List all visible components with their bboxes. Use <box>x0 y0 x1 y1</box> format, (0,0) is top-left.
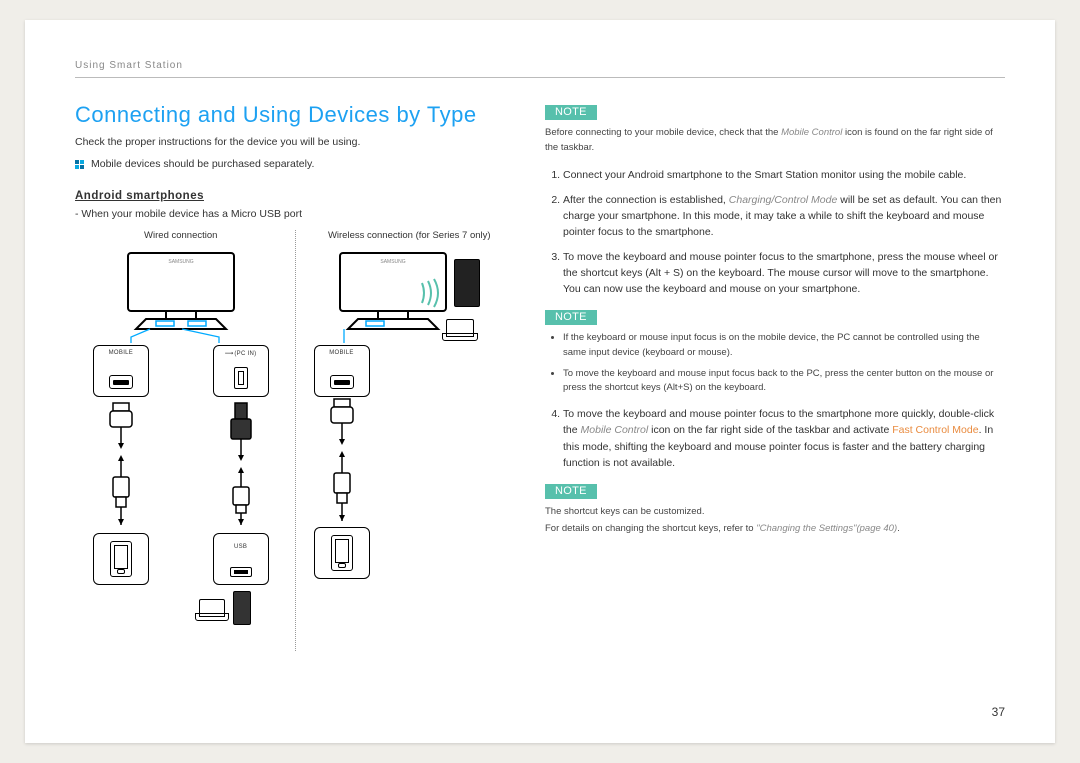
note-badge-3: NOTE <box>545 484 597 499</box>
phone-device-box <box>93 533 149 585</box>
note-3-line-1: The shortcut keys can be customized. <box>545 505 1005 520</box>
step-4: To move the keyboard and mouse pointer f… <box>563 406 1005 471</box>
steps-list-4: To move the keyboard and mouse pointer f… <box>545 406 1005 471</box>
wireless-diagram-col: Wireless connection (for Series 7 only) … <box>296 230 516 651</box>
step-3: To move the keyboard and mouse pointer f… <box>563 249 1005 298</box>
note-badge-2: NOTE <box>545 310 597 325</box>
right-column: NOTE Before connecting to your mobile de… <box>545 102 1005 651</box>
diagram-row: Wired connection SAMSUNG <box>75 230 515 651</box>
wired-diagram-col: Wired connection SAMSUNG <box>75 230 296 651</box>
wired-label: Wired connection <box>75 230 287 241</box>
note-badge-1: NOTE <box>545 105 597 120</box>
monitor-icon: SAMSUNG <box>106 251 256 331</box>
phone-icon <box>110 541 132 577</box>
header-section: Using Smart Station <box>75 60 1005 71</box>
mobile-port-icon-wireless <box>330 375 354 389</box>
note-2-bullet-1: If the keyboard or mouse input focus is … <box>563 331 1005 360</box>
header-divider <box>75 77 1005 78</box>
laptop-icon-wireless <box>442 319 478 343</box>
left-column: Connecting and Using Devices by Type Che… <box>75 102 515 651</box>
router-box <box>454 259 480 307</box>
content-columns: Connecting and Using Devices by Type Che… <box>75 102 1005 651</box>
wireless-diagram: SAMSUNG <box>304 251 516 651</box>
usb-port-label: USB <box>214 544 268 550</box>
page: Using Smart Station Connecting and Using… <box>25 20 1055 743</box>
usb-port-box: USB <box>213 533 269 585</box>
pc-in-port-icon <box>234 367 248 389</box>
note-2-list: If the keyboard or mouse input focus is … <box>545 331 1005 396</box>
usb-port-icon <box>230 567 252 577</box>
mobile-port-label-wireless: MOBILE <box>315 350 369 356</box>
pc-in-port-label: ⟿ (PC IN) <box>214 350 268 357</box>
wifi-icon <box>416 273 456 313</box>
usb-pc-cable-icon <box>213 401 269 531</box>
laptop-router-group <box>195 591 251 625</box>
svg-text:SAMSUNG: SAMSUNG <box>381 259 406 265</box>
bullet-icon <box>75 160 85 170</box>
phone-device-box-wireless <box>314 527 370 579</box>
micro-usb-cable-icon <box>93 401 149 531</box>
note-3-line-2: For details on changing the shortcut key… <box>545 522 1005 537</box>
mobile-port-label: MOBILE <box>94 350 148 356</box>
mobile-port-box: MOBILE <box>93 345 149 397</box>
desktop-icon <box>233 591 250 625</box>
phone-icon-wireless <box>331 535 353 571</box>
purchase-note-text: Mobile devices should be purchased separ… <box>91 158 314 170</box>
steps-list-1-3: Connect your Android smartphone to the S… <box>545 167 1005 297</box>
wireless-label: Wireless connection (for Series 7 only) <box>304 230 516 241</box>
mobile-port-box-wireless: MOBILE <box>314 345 370 397</box>
svg-text:SAMSUNG: SAMSUNG <box>168 259 193 265</box>
note-2-bullet-2: To move the keyboard and mouse input foc… <box>563 367 1005 396</box>
wired-diagram: SAMSUNG MOBILE <box>75 251 287 651</box>
android-subheading: Android smartphones <box>75 190 515 202</box>
mobile-port-icon <box>109 375 133 389</box>
page-title: Connecting and Using Devices by Type <box>75 102 515 128</box>
micro-usb-note: When your mobile device has a Micro USB … <box>75 208 515 220</box>
step-1: Connect your Android smartphone to the S… <box>563 167 1005 183</box>
page-number: 37 <box>992 705 1005 719</box>
micro-usb-cable-icon-wireless <box>314 397 370 527</box>
note-1-text: Before connecting to your mobile device,… <box>545 126 1005 155</box>
pc-in-port-box: ⟿ (PC IN) <box>213 345 269 397</box>
router-icon <box>454 259 480 307</box>
purchase-note-row: Mobile devices should be purchased separ… <box>75 158 515 170</box>
laptop-icon <box>195 599 230 623</box>
step-2: After the connection is established, Cha… <box>563 192 1005 241</box>
intro-text: Check the proper instructions for the de… <box>75 134 515 150</box>
